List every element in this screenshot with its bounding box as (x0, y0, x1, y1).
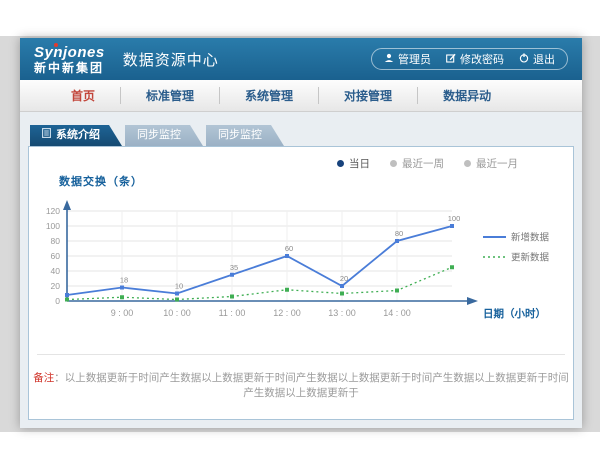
svg-text:9 : 00: 9 : 00 (111, 308, 134, 318)
main-nav: 首页 标准管理 系统管理 对接管理 数据异动 (20, 80, 582, 112)
svg-text:120: 120 (46, 206, 60, 216)
document-icon (42, 125, 51, 146)
filter-last-month[interactable]: 最近一月 (464, 156, 518, 171)
app-header: Synjones 新中新集团 数据资源中心 管理员 修改密码 (20, 38, 582, 80)
nav-item-home[interactable]: 首页 (46, 87, 120, 104)
logout-button[interactable]: 退出 (519, 51, 555, 67)
nav-item-data-changes[interactable]: 数据异动 (417, 87, 516, 104)
svg-text:新增数据: 新增数据 (511, 232, 550, 244)
svg-text:20: 20 (340, 274, 348, 283)
change-password-button[interactable]: 修改密码 (446, 51, 504, 67)
tab-sync-monitor-1[interactable]: 同步监控 (125, 125, 203, 146)
svg-text:100: 100 (448, 214, 461, 223)
svg-text:0: 0 (55, 296, 60, 306)
svg-text:80: 80 (395, 229, 403, 238)
filter-today[interactable]: 当日 (337, 156, 370, 171)
svg-text:40: 40 (51, 266, 61, 276)
content-area: 系统介绍 同步监控 同步监控 当日 最近一周 (20, 112, 582, 428)
footer-note: 备注：以上数据更新于时间产生数据以上数据更新于时间产生数据以上数据更新于时间产生… (29, 370, 573, 400)
svg-text:18: 18 (120, 276, 128, 285)
divider (37, 354, 565, 355)
nav-item-standard-mgmt[interactable]: 标准管理 (120, 87, 219, 104)
user-button[interactable]: 管理员 (384, 51, 431, 67)
app-window: Synjones 新中新集团 数据资源中心 管理员 修改密码 (20, 38, 582, 428)
svg-text:11 : 00: 11 : 00 (219, 308, 246, 318)
svg-text:日期（小时）: 日期（小时） (483, 307, 546, 320)
logo: Synjones 新中新集团 (34, 45, 105, 74)
user-icon (384, 53, 394, 66)
chart-panel: 当日 最近一周 最近一月 数据交换（条） 0 20 40 60 80 100 120 9 : … (28, 146, 574, 420)
nav-item-system-mgmt[interactable]: 系统管理 (219, 87, 318, 104)
note-text: ：以上数据更新于时间产生数据以上数据更新于时间产生数据以上数据更新于时间产生数据… (54, 372, 569, 399)
nav-item-integration-mgmt[interactable]: 对接管理 (318, 87, 417, 104)
filter-last-week[interactable]: 最近一周 (390, 156, 444, 171)
svg-text:35: 35 (230, 263, 238, 272)
svg-text:10 : 00: 10 : 00 (163, 308, 191, 318)
svg-text:60: 60 (51, 251, 61, 261)
radio-dot-icon (464, 160, 471, 167)
tab-sync-monitor-2[interactable]: 同步监控 (206, 125, 284, 146)
svg-text:80: 80 (51, 236, 61, 246)
logo-text-en: Synjones (34, 45, 105, 60)
page-background: Synjones 新中新集团 数据资源中心 管理员 修改密码 (0, 0, 600, 450)
y-axis-title: 数据交换（条） (59, 173, 573, 189)
tab-strip: 系统介绍 同步监控 同步监控 (28, 125, 574, 146)
power-icon (519, 53, 529, 66)
edit-icon (446, 53, 456, 66)
svg-text:10: 10 (175, 282, 183, 291)
svg-text:100: 100 (46, 221, 60, 231)
logo-red-dot (54, 43, 58, 47)
user-menu: 管理员 修改密码 退出 (371, 48, 568, 70)
svg-text:13 : 00: 13 : 00 (328, 308, 356, 318)
page-title: 数据资源中心 (123, 49, 219, 70)
tab-system-intro[interactable]: 系统介绍 (30, 125, 122, 146)
line-chart: 0 20 40 60 80 100 120 9 : 00 10 : 00 11 : 00 12 : … (37, 189, 573, 344)
svg-text:60: 60 (285, 244, 293, 253)
radio-dot-icon (390, 160, 397, 167)
svg-text:更新数据: 更新数据 (511, 252, 550, 264)
svg-text:14 : 00: 14 : 00 (383, 308, 411, 318)
range-filter-group: 当日 最近一周 最近一月 (29, 147, 573, 171)
svg-text:20: 20 (51, 281, 61, 291)
radio-dot-icon (337, 160, 344, 167)
note-label: 备注 (33, 372, 54, 384)
logo-text-cn: 新中新集团 (34, 62, 105, 74)
svg-text:12 : 00: 12 : 00 (273, 308, 301, 318)
